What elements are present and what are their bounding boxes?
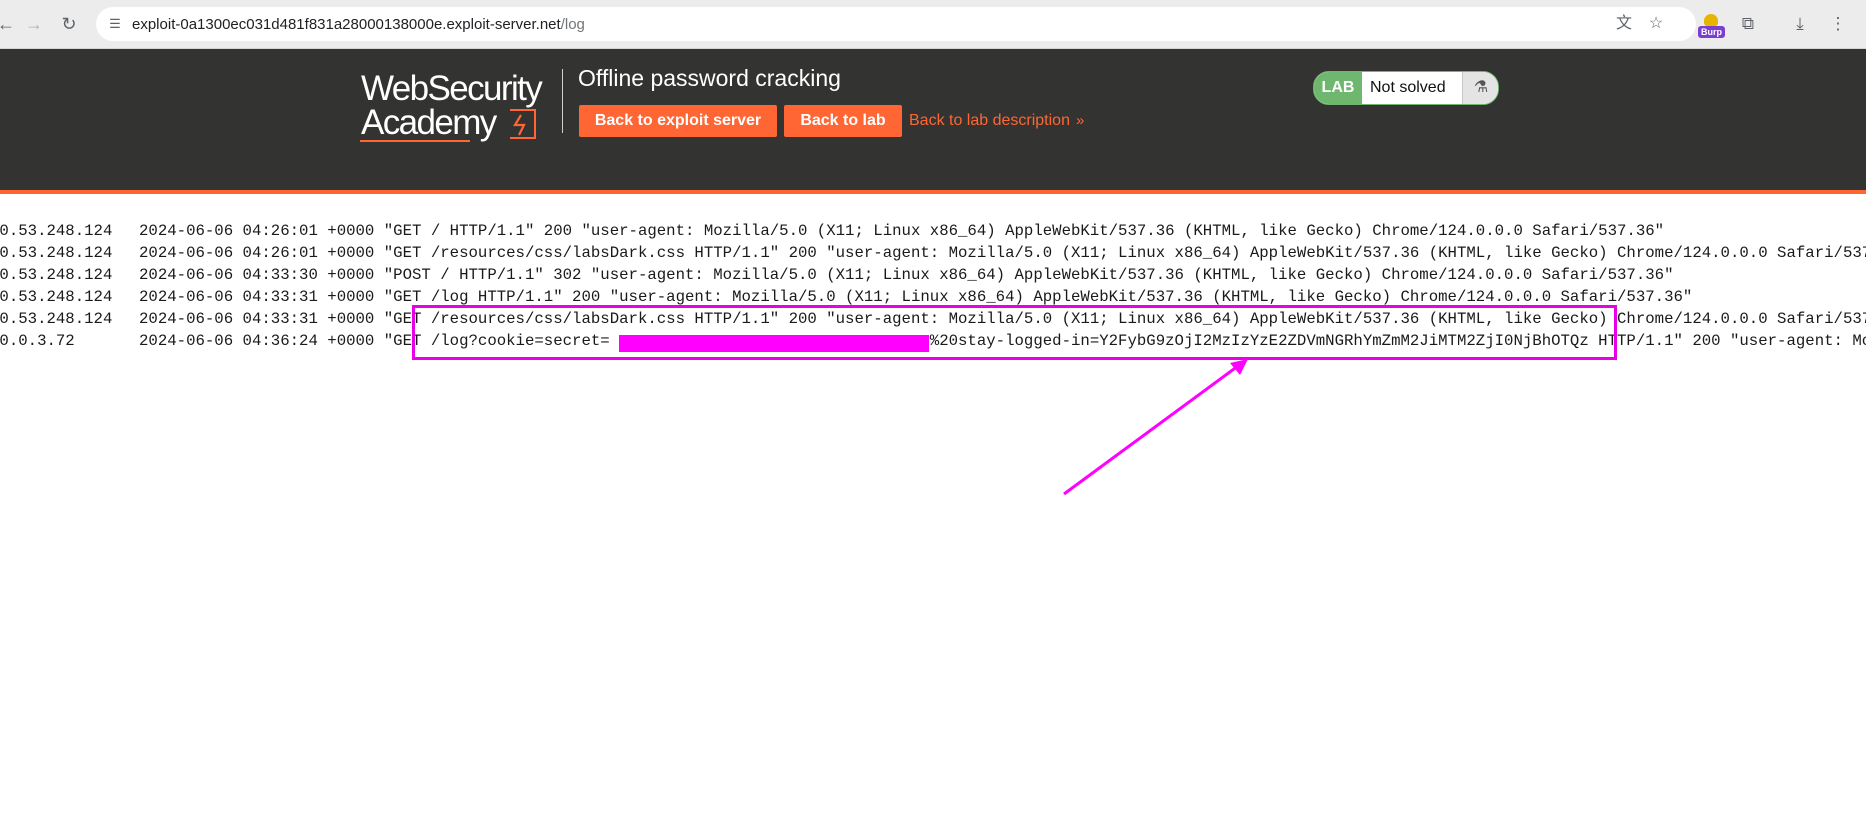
annotation-arrow xyxy=(1063,359,1248,496)
